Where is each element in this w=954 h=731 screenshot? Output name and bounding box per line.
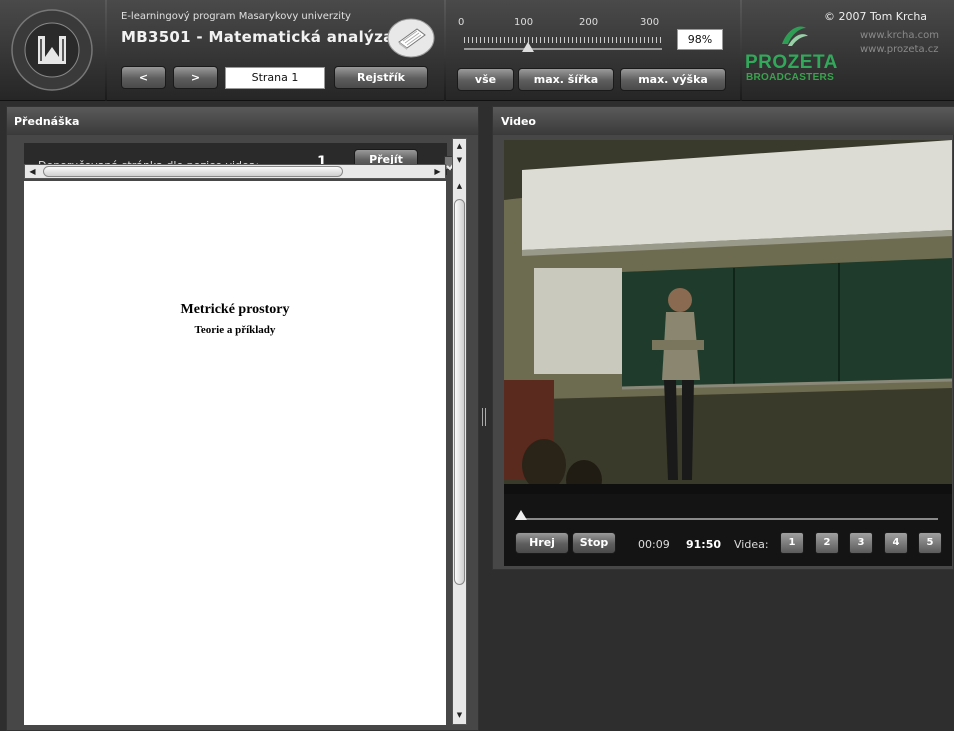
max-height-button[interactable]: max. výška [620,68,726,91]
prev-page-button[interactable]: < [121,66,166,89]
scroll-up-icon[interactable]: ▲ [454,141,465,152]
video-seek-track[interactable] [518,518,938,520]
panel-splitter-handle[interactable] [482,408,486,426]
document-page: Metrické prostory Teorie a příklady [24,181,446,725]
header-bar: E-learningový program Masarykovy univerz… [0,0,954,101]
university-logo [10,6,95,94]
video-3-button[interactable]: 3 [849,532,873,554]
total-time: 91:50 [686,538,722,551]
krcha-link[interactable]: www.krcha.com [860,30,939,41]
stop-button[interactable]: Stop [572,532,616,554]
page-number-field[interactable]: Strana 1 [225,67,325,89]
course-title: MB3501 - Matematická analýza 3 [121,28,410,46]
video-5-button[interactable]: 5 [918,532,942,554]
scroll-right-icon[interactable]: ▶ [431,166,444,177]
video-controls: Hrej Stop 00:09 91:50 Videa: 1 2 3 4 5 [504,494,952,566]
zoom-tick-label: 0 [458,17,465,28]
horizontal-scroll-thumb[interactable] [43,166,343,177]
max-width-button[interactable]: max. šířka [518,68,614,91]
header-divider [740,0,742,101]
document-title: Metrické prostory [180,302,290,317]
scroll-down-icon[interactable]: ▼ [454,155,465,166]
video-panel: Video Hrej Stop 00:09 91:50 Videa: 1 2 3… [492,106,954,570]
program-name: E-learningový program Masarykovy univerz… [121,11,351,22]
vertical-scroll-thumb[interactable] [454,199,465,585]
book-icon [387,17,435,59]
prozeta-wordmark: PROZETA [745,52,838,73]
header-divider [105,0,107,101]
play-button[interactable]: Hrej [515,532,569,554]
copyright-text: © 2007 Tom Krcha [824,10,928,23]
horizontal-scrollbar[interactable]: ◀ ▶ [24,164,446,179]
prozeta-link[interactable]: www.prozeta.cz [860,44,939,55]
next-page-button[interactable]: > [173,66,218,89]
zoom-scale-ticks [464,37,662,43]
video-panel-title: Video [493,107,954,135]
scroll-down-icon[interactable]: ▼ [454,710,465,721]
broadcasters-wordmark: BROADCASTERS [746,72,835,83]
zoom-slider-thumb[interactable] [522,42,534,52]
video-1-button[interactable]: 1 [780,532,804,554]
zoom-all-button[interactable]: vše [457,68,514,91]
index-button[interactable]: Rejstřík [334,66,428,89]
vertical-scrollbar[interactable]: ▲ ▼ ▲ ▼ [452,138,467,725]
video-player-frame[interactable] [504,140,952,494]
current-time: 00:09 [638,538,670,551]
video-2-button[interactable]: 2 [815,532,839,554]
scroll-left-icon[interactable]: ◀ [26,166,39,177]
app-root: E-learningový program Masarykovy univerz… [0,0,954,731]
zoom-percent-field[interactable]: 98% [677,29,723,50]
lecture-panel-title: Přednáška [7,107,478,135]
videos-label: Videa: [734,538,769,551]
video-seek-thumb[interactable] [515,510,527,520]
zoom-tick-label: 200 [579,17,599,28]
zoom-slider-track[interactable] [464,48,662,50]
empty-area [492,572,954,731]
zoom-tick-label: 100 [514,17,534,28]
video-4-button[interactable]: 4 [884,532,908,554]
scroll-up-icon[interactable]: ▲ [454,181,465,192]
header-divider [444,0,446,101]
zoom-tick-label: 300 [640,17,660,28]
document-subtitle: Teorie a příklady [194,324,276,336]
